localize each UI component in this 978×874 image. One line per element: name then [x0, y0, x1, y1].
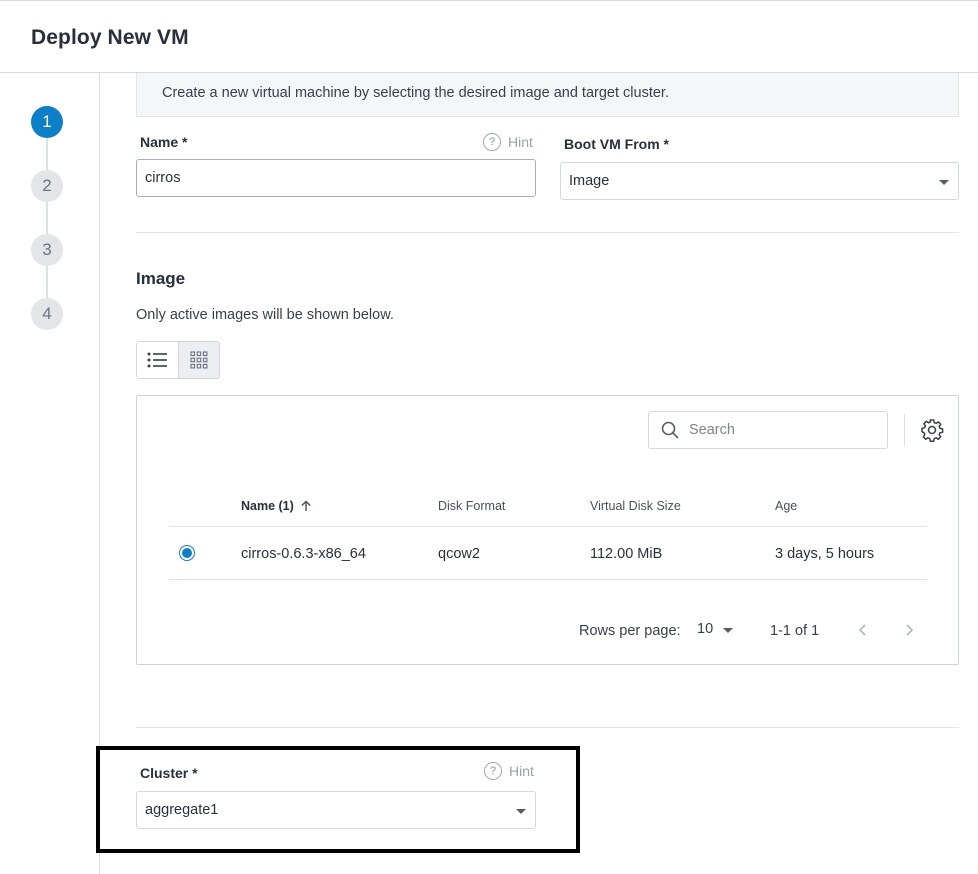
sort-ascending-icon	[301, 500, 311, 511]
grid-view-icon	[190, 351, 208, 369]
boot-vm-from-label: Boot VM From *	[564, 136, 669, 152]
page-header: Deploy New VM	[0, 1, 978, 73]
help-icon: ?	[483, 133, 501, 151]
images-table-panel: Name (1) Disk Format Virtual Disk Size A…	[136, 395, 959, 665]
name-hint[interactable]: ? Hint	[483, 133, 533, 151]
header-row-divider	[169, 526, 927, 527]
search-input[interactable]	[689, 422, 869, 438]
row-select-radio[interactable]	[179, 545, 195, 561]
wizard-stepper: 1 2 3 4	[0, 73, 100, 874]
step-3[interactable]: 3	[31, 234, 63, 266]
pagination-range: 1-1 of 1	[770, 623, 820, 639]
rows-per-page-value: 10	[697, 621, 714, 637]
step-2[interactable]: 2	[31, 170, 63, 202]
previous-page-icon[interactable]	[855, 622, 871, 638]
column-header-name[interactable]: Name (1)	[241, 499, 312, 513]
settings-gear-icon[interactable]	[920, 418, 944, 442]
caret-down-icon	[723, 628, 733, 633]
column-header-virtual-disk-size[interactable]: Virtual Disk Size	[590, 499, 681, 513]
cell-disk-format: qcow2	[438, 546, 480, 562]
search-icon	[661, 421, 679, 439]
image-section-subtitle: Only active images will be shown below.	[136, 307, 394, 323]
rows-per-page-label: Rows per page:	[579, 623, 681, 639]
toolbar-separator	[904, 414, 905, 446]
list-view-icon	[147, 352, 168, 368]
focus-highlight-box	[96, 746, 580, 853]
grid-view-button[interactable]	[177, 342, 219, 378]
stepper-line	[46, 121, 48, 311]
column-header-age[interactable]: Age	[775, 499, 797, 513]
hint-label: Hint	[508, 134, 533, 150]
list-view-button[interactable]	[137, 342, 178, 378]
info-banner-text: Create a new virtual machine by selectin…	[162, 85, 669, 101]
cell-age: 3 days, 5 hours	[775, 546, 875, 562]
boot-vm-from-select[interactable]: Image	[560, 162, 959, 200]
name-input[interactable]: cirros	[136, 159, 536, 197]
name-label: Name *	[140, 134, 188, 150]
column-header-name-label: Name (1)	[241, 499, 294, 513]
column-header-disk-format[interactable]: Disk Format	[438, 499, 505, 513]
section-divider	[136, 232, 959, 233]
rows-per-page-select[interactable]: 10	[697, 621, 737, 643]
row-divider	[169, 579, 927, 580]
image-section-title: Image	[136, 269, 186, 288]
section-divider	[136, 727, 959, 728]
page-title: Deploy New VM	[31, 26, 189, 49]
next-page-icon[interactable]	[901, 622, 917, 638]
table-search[interactable]	[648, 411, 888, 449]
cell-image-name: cirros-0.6.3-x86_64	[241, 546, 366, 562]
name-input-value: cirros	[145, 170, 181, 186]
radio-selected-dot	[182, 548, 192, 558]
info-banner: Create a new virtual machine by selectin…	[136, 73, 959, 117]
step-4[interactable]: 4	[31, 298, 63, 330]
view-toggle	[136, 341, 220, 379]
step-1[interactable]: 1	[31, 106, 63, 138]
caret-down-icon	[939, 180, 949, 185]
cell-virtual-disk-size: 112.00 MiB	[590, 546, 663, 562]
boot-vm-from-value: Image	[569, 173, 610, 189]
